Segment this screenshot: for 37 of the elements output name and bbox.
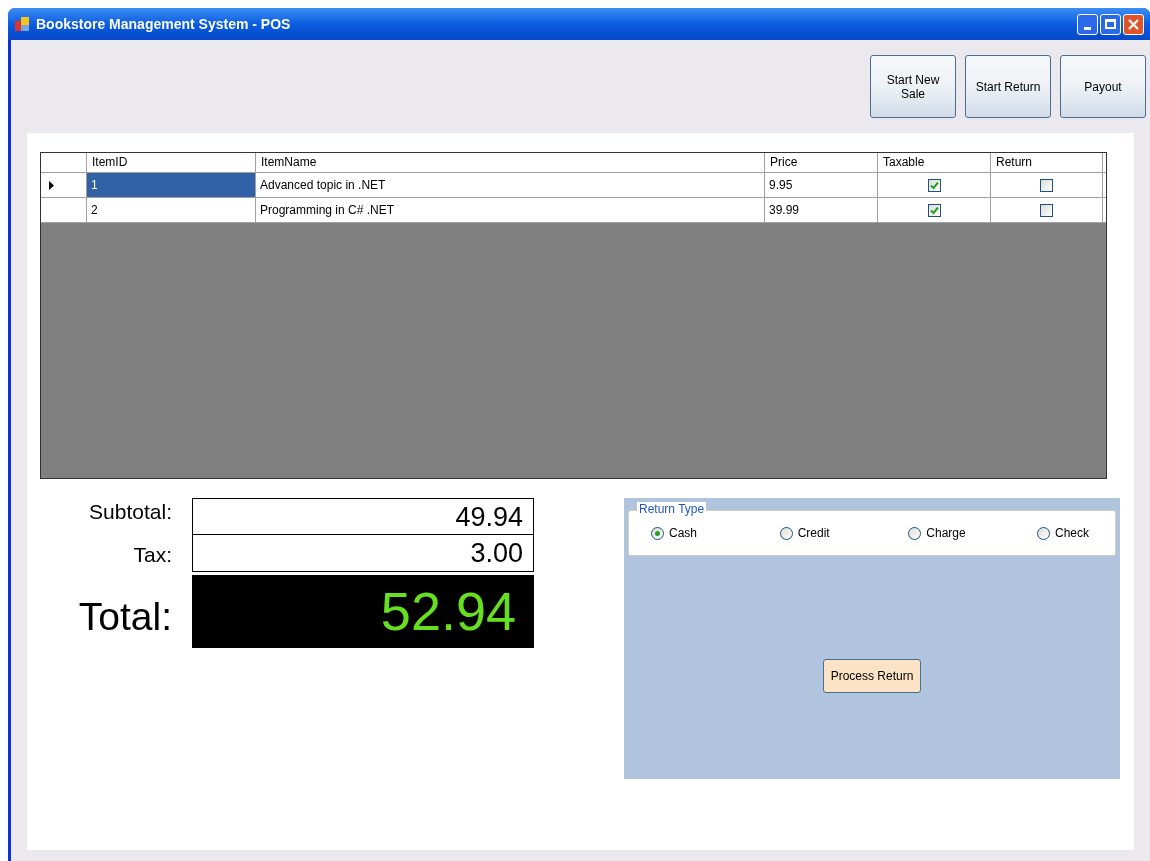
close-button[interactable]	[1123, 13, 1144, 35]
table-cell: 2	[87, 198, 256, 222]
table-cell: Advanced topic in .NET	[256, 173, 765, 197]
table-cell: 39.99	[765, 198, 878, 222]
tax-field: 3.00	[192, 535, 534, 572]
checkbox[interactable]	[1040, 178, 1053, 192]
radio-option[interactable]: Cash	[651, 524, 741, 542]
table-cell: 1	[87, 173, 256, 197]
radio-option[interactable]: Charge	[908, 524, 999, 542]
toolbar-button[interactable]: Start New Sale	[870, 55, 956, 118]
minimize-button[interactable]	[1077, 13, 1098, 35]
table-cell: Programming in C# .NET	[256, 198, 765, 222]
column-header[interactable]: ItemID	[87, 153, 256, 172]
column-header[interactable]: ItemName	[256, 153, 765, 172]
close-icon	[1128, 18, 1139, 30]
group-title: Return Type	[637, 502, 707, 516]
radio-option[interactable]: Credit	[779, 524, 870, 542]
checkbox[interactable]	[927, 203, 941, 217]
process-return-button[interactable]: Process Return	[823, 659, 921, 693]
subtotal-field: 49.94	[192, 498, 534, 535]
current-row-icon	[49, 180, 54, 190]
tax-label: Tax:	[132, 542, 173, 568]
checkbox[interactable]	[927, 178, 941, 192]
radio-option[interactable]: Check	[1036, 524, 1089, 542]
toolbar-button[interactable]: Payout	[1060, 55, 1146, 118]
column-header[interactable]: Taxable	[878, 153, 991, 172]
toolbar-button[interactable]: Start Return	[965, 55, 1051, 118]
table-cell: 9.95	[765, 173, 878, 197]
app-icon	[14, 16, 30, 32]
column-header[interactable]: Price	[765, 153, 878, 172]
total-label: Total:	[77, 594, 173, 640]
subtotal-label: Subtotal:	[88, 499, 173, 525]
total-display: 52.94	[192, 575, 534, 648]
window-title: Bookstore Management System - POS	[36, 14, 291, 34]
maximize-button[interactable]	[1100, 13, 1121, 35]
checkbox[interactable]	[1040, 203, 1053, 217]
column-header[interactable]: Return	[991, 153, 1103, 172]
